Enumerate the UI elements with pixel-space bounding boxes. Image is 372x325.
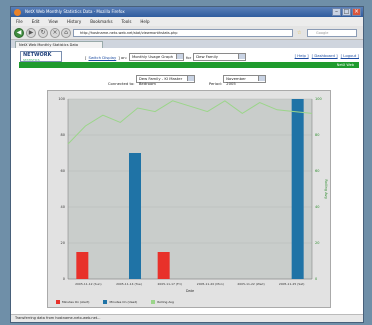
x-tick-label: 2005-11-17 (Fri) (158, 282, 182, 286)
stop-button[interactable]: × (50, 28, 60, 38)
connection-select[interactable]: Dew Family - KI Master Bedroom (135, 75, 195, 86)
chart-legend: Minutes On (Alert) Minutes On (Used) Rol… (56, 300, 174, 304)
bar-used (129, 153, 141, 279)
menu-bar: File Edit View History Bookmarks Tools H… (11, 17, 363, 26)
x-tick-label: 2005-11-12 (Sun) (75, 282, 101, 286)
legend-swatch-avg (151, 300, 156, 304)
filter-row: Connected to: Dew Family - KI Master Bed… (11, 75, 363, 86)
x-tick-label: 2005-11-25 (Sat) (279, 282, 305, 286)
for-label: for (185, 54, 192, 60)
legend-item-avg: Rolling Avg (151, 300, 174, 304)
legend-label-used: Minutes On (Used) (109, 300, 138, 304)
family-select[interactable]: Dew Family (193, 53, 247, 61)
header-bar: NetX Web (19, 62, 359, 68)
legend-swatch-used (103, 300, 108, 304)
firefox-icon (14, 9, 21, 16)
window-title: NetX Web Monthly Statistics Data - Mozil… (25, 9, 125, 14)
maximize-button[interactable]: □ (342, 8, 351, 16)
y2-tick-label: 0 (315, 277, 317, 281)
y-tick-label: 0 (63, 277, 65, 281)
bar-alert (76, 252, 89, 279)
y2-tick-label: 40 (315, 205, 319, 209)
y2-tick-label: 20 (315, 241, 319, 245)
plot-area (68, 99, 312, 279)
minimize-button[interactable]: – (332, 8, 341, 16)
graph-controls: [ Switch Display ] on: Monthly Usage Gra… (85, 53, 247, 61)
dashboard-link[interactable]: [ Dashboard ] (312, 53, 338, 58)
legend-item-alert: Minutes On (Alert) (56, 300, 89, 304)
controls-separator: ] on: (118, 54, 127, 60)
y-tick-label: 40 (61, 205, 65, 209)
page-content: NETWORK STATISTICS [ Switch Display ] on… (11, 48, 363, 316)
account-links: [ Help ] [ Dashboard ] [ Logout ] (295, 53, 359, 58)
bar-used (291, 99, 304, 279)
legend-label-alert: Minutes On (Alert) (62, 300, 90, 304)
y2-axis-label: Rolling Avg (324, 179, 328, 198)
close-button[interactable]: × (352, 8, 361, 16)
y2-tick-label: 100 (315, 97, 322, 101)
menu-help[interactable]: Help (140, 19, 149, 24)
help-link[interactable]: [ Help ] (295, 53, 309, 58)
menu-history[interactable]: History (67, 19, 81, 24)
logout-link[interactable]: [ Logout ] (341, 53, 359, 58)
navigation-toolbar: ◀ ▶ ↻ × ⌂ http://hostname-netx-web.net/s… (11, 26, 363, 40)
connection-filter: Connected to: Dew Family - KI Master Bed… (108, 75, 195, 86)
status-bar: Transferring data from hostname-netx-web… (11, 314, 363, 322)
period-select[interactable]: November 2005 (223, 75, 267, 86)
home-button[interactable]: ⌂ (61, 28, 71, 38)
menu-file[interactable]: File (16, 19, 23, 24)
menu-bookmarks[interactable]: Bookmarks (90, 19, 112, 24)
legend-item-used: Minutes On (Used) (103, 300, 137, 304)
x-axis-label: Date (186, 289, 194, 293)
x-tick-label: 2005-11-22 (Wed) (237, 282, 264, 286)
bookmark-star-icon[interactable]: ☆ (297, 30, 301, 36)
x-tick-label: 2005-11-20 (Mon) (197, 282, 224, 286)
y-tick-label: 20 (61, 241, 65, 245)
title-bar: NetX Web Monthly Statistics Data - Mozil… (11, 7, 363, 17)
menu-view[interactable]: View (48, 19, 58, 24)
y-tick-label: 80 (61, 133, 65, 137)
netx-logo: NETWORK STATISTICS (20, 51, 62, 62)
x-tick-label: 2005-11-14 (Tue) (116, 282, 142, 286)
y-tick-label: 60 (61, 169, 65, 173)
graph-type-select[interactable]: Monthly Usage Graph (128, 53, 184, 61)
bracket-open: [ (85, 54, 87, 60)
y-tick-label: 100 (58, 97, 65, 101)
legend-swatch-alert (56, 300, 60, 304)
tab-netx-stats[interactable]: NetX Web Monthly Statistics Data (15, 41, 103, 48)
period-filter: Period: November 2005 (208, 75, 267, 86)
usage-chart-svg: 0 0 20 20 40 40 60 60 80 80 100 100 2005-11-12 (Sun)… (58, 97, 328, 293)
legend-label-avg: Rolling Avg (157, 300, 174, 304)
y2-tick-label: 60 (315, 169, 319, 173)
period-label: Period: (208, 81, 222, 86)
browser-window: NetX Web Monthly Statistics Data - Mozil… (10, 6, 364, 323)
search-input[interactable]: Google (307, 29, 357, 37)
menu-edit[interactable]: Edit (32, 19, 40, 24)
reload-button[interactable]: ↻ (38, 28, 48, 38)
y2-tick-label: 80 (315, 133, 319, 137)
switch-display-link[interactable]: Switch Display (88, 55, 116, 60)
connection-label: Connected to: (107, 81, 135, 86)
window-controls: – □ × (332, 8, 361, 16)
forward-button[interactable]: ▶ (26, 28, 36, 38)
tab-bar: NetX Web Monthly Statistics Data (11, 40, 363, 48)
address-bar[interactable]: http://hostname-netx-web.net/stat/viewmo… (73, 29, 293, 37)
usage-chart: 0 0 20 20 40 40 60 60 80 80 100 100 2005-11-12 (Sun)… (47, 90, 331, 308)
bar-alert (157, 252, 170, 279)
back-button[interactable]: ◀ (14, 28, 24, 38)
menu-tools[interactable]: Tools (122, 19, 132, 24)
